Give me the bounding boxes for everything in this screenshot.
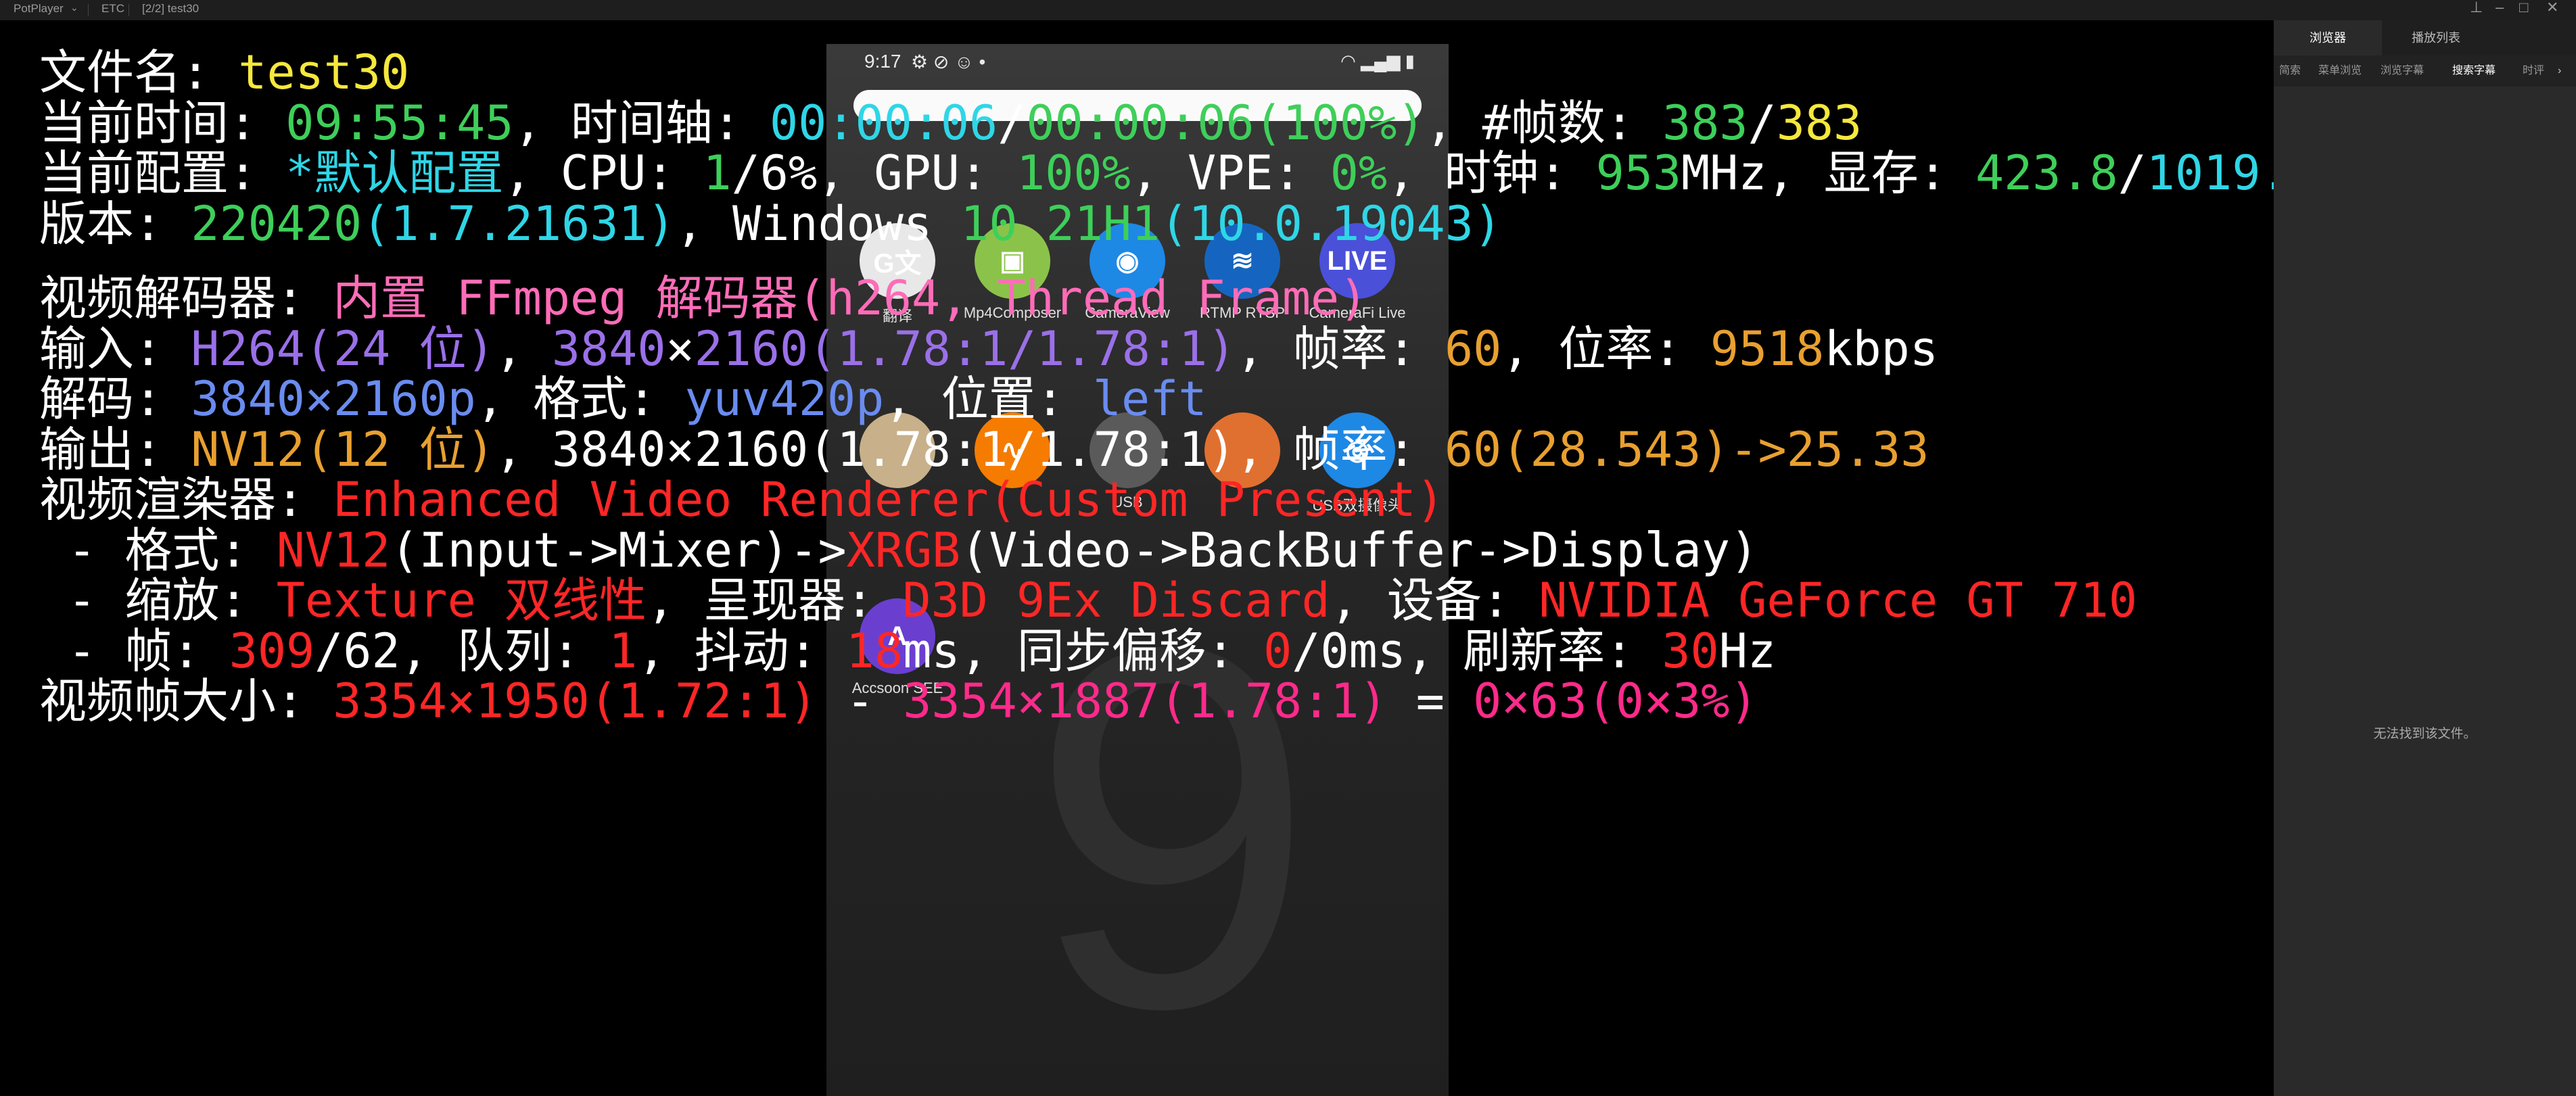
osd-line-filename: 文件名: test30 bbox=[39, 45, 410, 100]
osd-line-scaling: - 缩放: Texture 双线性, 呈现器: D3D 9Ex Discard,… bbox=[39, 573, 2138, 628]
osd-line-time: 当前时间: 09:55:45, 时间轴: 00:00:06/00:00:06(1… bbox=[39, 95, 1863, 151]
maximize-icon[interactable]: □ bbox=[2519, 0, 2528, 16]
subtab-2[interactable]: 浏览字幕 bbox=[2375, 55, 2429, 87]
osd-line-frame-size: 视频帧大小: 3354×1950(1.72:1) - 3354×1887(1.7… bbox=[39, 673, 1758, 729]
close-icon[interactable]: ✕ bbox=[2546, 0, 2558, 16]
video-area[interactable]: 9 9:17 ⚙ ⊘ ☺ • ◠ ▂▄▆ ▮ G文 翻译 ▣ Mp4Composer ◉… bbox=[0, 20, 2274, 1096]
panel-subtabs: 简索 菜单浏览 浏览字幕 搜索字幕 时评 › bbox=[2274, 55, 2576, 87]
subtab-4[interactable]: 时评 bbox=[2517, 55, 2550, 87]
app-name[interactable]: PotPlayer bbox=[14, 2, 64, 16]
subtab-1[interactable]: 菜单浏览 bbox=[2313, 55, 2367, 87]
title-bar: PotPlayer ⌄ ETC [2/2] test30 ⊥ – □ ✕ bbox=[0, 0, 2576, 20]
osd-line-decode: 解码: 3840×2160p, 格式: yuv420p, 位置: left bbox=[39, 371, 1207, 427]
tab-playlist[interactable]: 播放列表 bbox=[2382, 20, 2490, 55]
chevron-right-icon[interactable]: › bbox=[2552, 55, 2567, 87]
osd-line-renderer: 视频渲染器: Enhanced Video Renderer(Custom Pr… bbox=[39, 472, 1445, 527]
osd-line-input: 输入: H264(24 位), 3840×2160(1.78:1/1.78:1)… bbox=[39, 320, 1938, 377]
osd-line-frames: - 帧: 309/62, 队列: 1, 抖动: 18ms, 同步偏移: 0/0m… bbox=[39, 623, 1776, 679]
minimize-icon[interactable]: – bbox=[2496, 0, 2504, 16]
playback-info-osd: 文件名: test30 当前时间: 09:55:45, 时间轴: 00:00:06… bbox=[39, 47, 2274, 727]
divider bbox=[128, 4, 129, 16]
pin-icon[interactable]: ⊥ bbox=[2470, 0, 2483, 16]
menu-etc[interactable]: ETC bbox=[101, 2, 124, 16]
osd-line-version: 版本: 220420(1.7.21631), Windows 10 21H1(1… bbox=[39, 195, 1502, 252]
osd-line-decoder: 视频解码器: 内置 FFmpeg 解码器(h264, Thread Frame) bbox=[39, 270, 1368, 326]
divider bbox=[88, 4, 89, 16]
panel-tabs: 浏览器 播放列表 bbox=[2274, 20, 2576, 55]
subtab-0[interactable]: 简索 bbox=[2274, 55, 2306, 87]
empty-message: 无法找到该文件。 bbox=[2373, 727, 2477, 741]
app-menu-chevron-icon[interactable]: ⌄ bbox=[70, 2, 78, 14]
window-title: [2/2] test30 bbox=[142, 2, 200, 15]
side-panel: 浏览器 播放列表 简索 菜单浏览 浏览字幕 搜索字幕 时评 › 无法找到该文件。 bbox=[2274, 20, 2576, 1096]
tab-browser[interactable]: 浏览器 bbox=[2274, 20, 2382, 55]
subtab-search-subtitles[interactable]: 搜索字幕 bbox=[2447, 55, 2501, 87]
osd-line-config: 当前配置: *默认配置, CPU: 1/6%, GPU: 100%, VPE: … bbox=[39, 145, 2274, 201]
osd-line-output: 输出: NV12(12 位), 3840×2160(1.78:1/1.78:1)… bbox=[39, 421, 1929, 477]
osd-line-format: - 格式: NV12(Input->Mixer)->XRGB(Video->Ba… bbox=[39, 522, 1759, 578]
